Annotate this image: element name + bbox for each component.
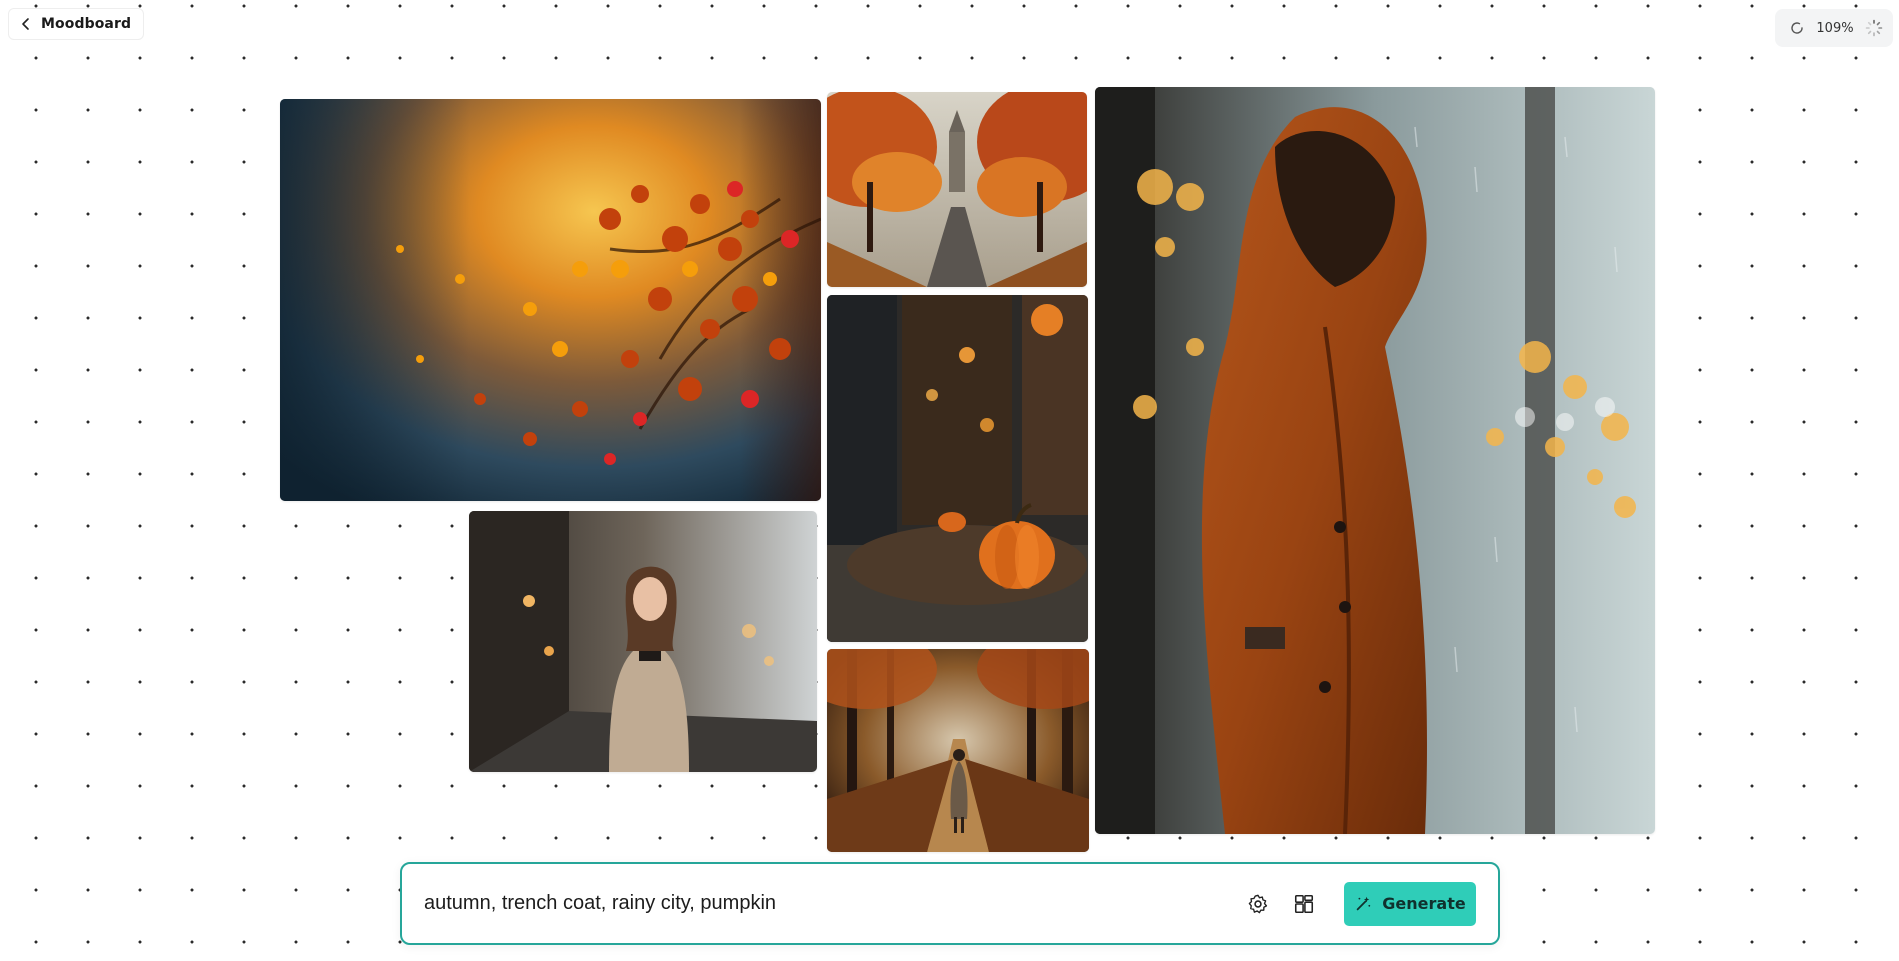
generate-button-label: Generate xyxy=(1382,894,1466,913)
moodboard-image-autumn-street[interactable] xyxy=(827,92,1087,287)
back-button[interactable]: Moodboard xyxy=(8,8,145,40)
layout-grid-icon xyxy=(1294,894,1314,913)
settings-button[interactable] xyxy=(1242,888,1274,920)
magic-wand-icon xyxy=(1356,896,1371,910)
refresh-icon[interactable] xyxy=(1789,20,1805,36)
generate-button[interactable]: Generate xyxy=(1344,881,1476,926)
back-button-label: Moodboard xyxy=(41,16,132,32)
prompt-input[interactable]: autumn, trench coat, rainy city, pumpkin xyxy=(424,892,1242,915)
moodboard-image-forest-path[interactable] xyxy=(827,649,1089,852)
moodboard-image-autumn-leaves[interactable] xyxy=(280,99,821,501)
pumpkin-storefront-image xyxy=(827,295,1088,642)
zoom-level: 109% xyxy=(1816,20,1854,36)
layout-button[interactable] xyxy=(1288,888,1320,920)
chevron-left-icon xyxy=(22,18,29,30)
woman-trench-coat-image xyxy=(469,511,817,772)
zoom-control: 109% xyxy=(1775,9,1893,47)
hooded-coat-rain-image xyxy=(1095,87,1655,834)
moodboard-image-woman-trench-coat[interactable] xyxy=(469,511,817,772)
moodboard-image-hooded-coat-rain[interactable] xyxy=(1095,87,1655,834)
autumn-street-image xyxy=(827,92,1087,287)
forest-path-image xyxy=(827,649,1089,852)
moodboard-image-pumpkin-storefront[interactable] xyxy=(827,295,1088,642)
prompt-bar: autumn, trench coat, rainy city, pumpkin… xyxy=(400,862,1500,945)
loading-spinner-icon xyxy=(1865,19,1883,37)
settings-gear-icon xyxy=(1248,894,1268,913)
autumn-leaves-image xyxy=(280,99,821,501)
